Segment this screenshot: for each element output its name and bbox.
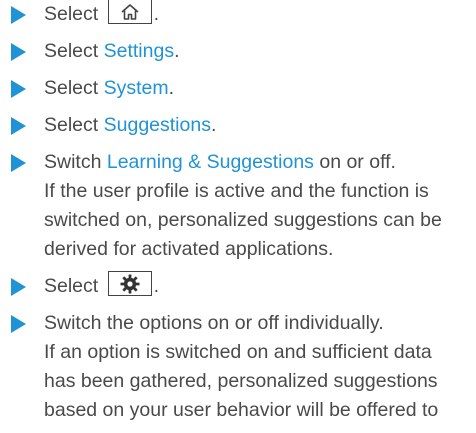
step-prefix: Select [44, 3, 99, 25]
step-select-home: Select . [0, 0, 476, 29]
step-note-line: If the user profile is active and the fu… [44, 180, 429, 202]
step-text: Switch the options on or off individuall… [44, 312, 384, 334]
step-note-line: based on your user behavior will be offe… [44, 399, 439, 421]
step-suffix: . [210, 114, 217, 136]
step-prefix: Switch [44, 151, 107, 173]
step-switch-learning: Switch Learning & Suggestions on or off.… [0, 148, 476, 264]
instruction-steps: Select . Select Settings. Select System.… [0, 0, 476, 433]
step-prefix: Select [44, 40, 104, 62]
learning-suggestions-link[interactable]: Learning & Suggestions [107, 151, 314, 173]
step-select-suggestions: Select Suggestions. [0, 111, 476, 140]
step-select-settings: Select Settings. [0, 37, 476, 66]
step-switch-options: Switch the options on or off individuall… [0, 309, 476, 425]
step-bullet [11, 117, 26, 135]
step-suffix: on or off. [313, 151, 396, 173]
step-suffix: . [168, 77, 175, 99]
gear-icon [107, 271, 152, 297]
step-note-line: derived for activated applications. [44, 238, 334, 260]
step-select-gear: Select . [0, 271, 476, 301]
step-note-line: switched on, personalized suggestions ca… [44, 209, 442, 231]
suggestions-link[interactable]: Suggestions [104, 114, 211, 136]
settings-link[interactable]: Settings [104, 40, 174, 62]
step-bullet [11, 43, 26, 61]
step-bullet [11, 80, 26, 98]
step-prefix: Select [44, 275, 99, 297]
step-prefix: Select [44, 77, 104, 99]
step-bullet [11, 154, 26, 172]
step-bullet [11, 6, 26, 24]
step-bullet [11, 278, 26, 296]
home-icon [107, 0, 152, 25]
step-suffix: . [153, 275, 160, 297]
step-select-system: Select System. [0, 74, 476, 103]
step-prefix: Select [44, 114, 104, 136]
step-suffix: . [174, 40, 180, 62]
step-suffix: . [153, 3, 160, 25]
step-bullet [11, 315, 26, 333]
step-note-line: If an option is switched on and sufficie… [44, 341, 432, 363]
system-link[interactable]: System [104, 77, 169, 99]
